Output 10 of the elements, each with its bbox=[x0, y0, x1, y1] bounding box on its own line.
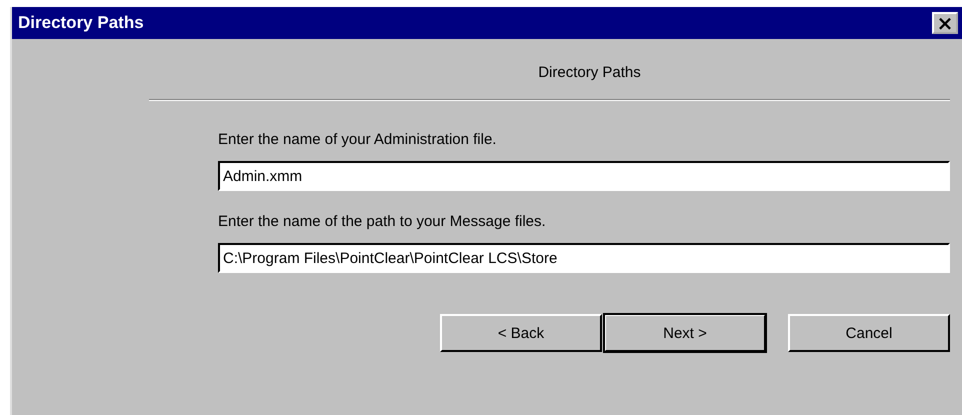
page-heading: Directory Paths bbox=[537, 64, 642, 81]
wizard-button[interactable]: Cancel bbox=[788, 314, 950, 352]
close-button[interactable]: × bbox=[932, 12, 958, 34]
wizard-button[interactable]: < Back bbox=[440, 314, 602, 352]
input-field[interactable]: C:\Program Files\PointClear\PointClear LCS\Store bbox=[218, 243, 950, 273]
field-label: Enter the name of the path to your Message files. bbox=[218, 213, 547, 232]
input-field[interactable]: Admin.xmm bbox=[218, 161, 950, 191]
wizard-button[interactable]: Next > bbox=[604, 314, 766, 352]
field-label: Enter the name of your Administration file. bbox=[218, 131, 498, 150]
window-title: Directory Paths bbox=[18, 13, 144, 33]
